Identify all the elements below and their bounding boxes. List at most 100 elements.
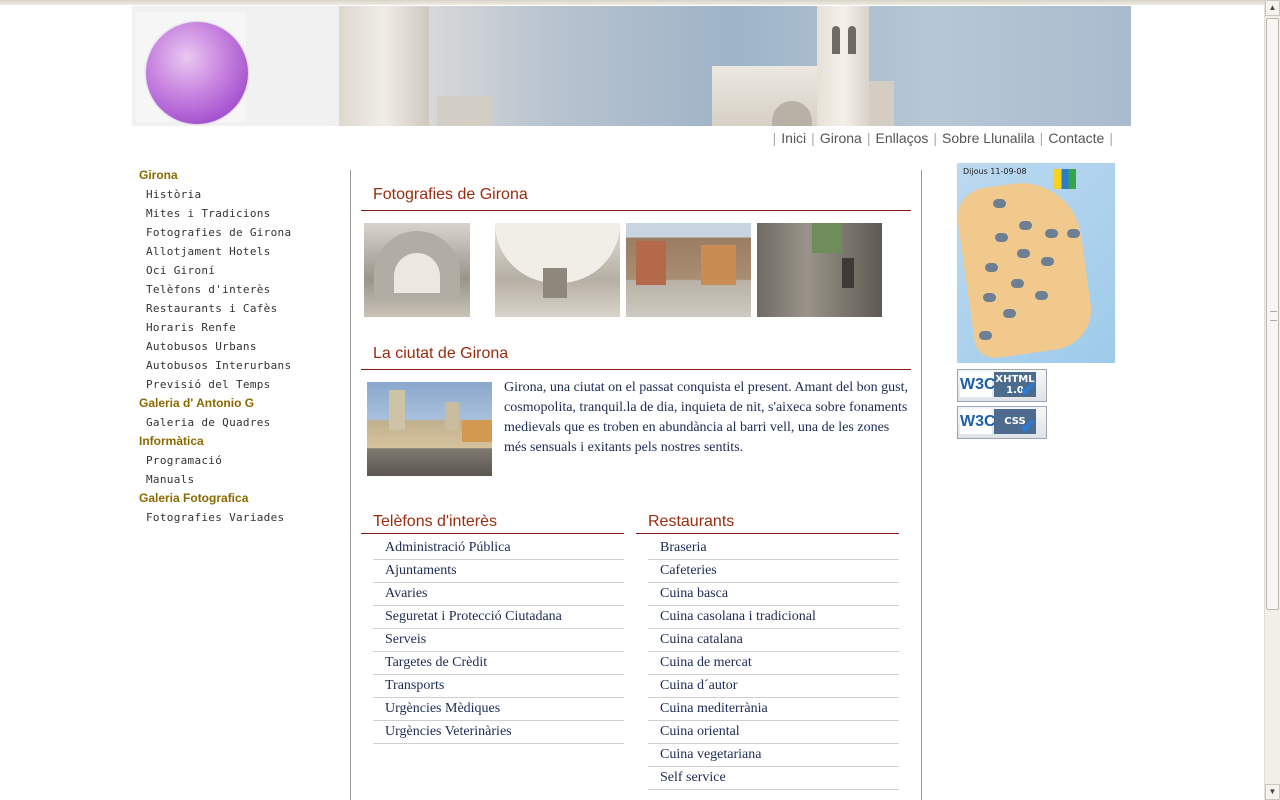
cloud-icon (1017, 249, 1030, 258)
sidebar-item-fotografies[interactable]: Fotografies de Girona (139, 223, 339, 242)
scroll-thumb[interactable] (1266, 18, 1279, 610)
banner-tower (339, 6, 429, 126)
cloud-icon (1035, 291, 1048, 300)
header-banner (132, 6, 1131, 126)
sidebar-item-previsio-temps[interactable]: Previsió del Temps (139, 375, 339, 394)
sidebar-item-telefons[interactable]: Telèfons d'interès (139, 280, 339, 299)
list-item[interactable]: Seguretat i Protecció Ciutadana (373, 606, 624, 629)
banner-window (848, 26, 856, 54)
nav-separator: | (1109, 130, 1113, 146)
sidebar-item-historia[interactable]: Història (139, 185, 339, 204)
checkmark-icon: ✔ (1020, 379, 1037, 401)
list-item[interactable]: Avaries (373, 583, 624, 606)
sidebar-heading-galeria-antonio[interactable]: Galeria d' Antonio G (139, 394, 339, 413)
cloud-icon (1041, 257, 1054, 266)
photo-thumbnail[interactable] (364, 223, 470, 317)
sidebar-item-allotjament[interactable]: Allotjament Hotels (139, 242, 339, 261)
cloud-icon (1011, 279, 1024, 288)
cloud-icon (995, 233, 1008, 242)
cloud-icon (1003, 309, 1016, 318)
photo-shape (812, 223, 842, 253)
cloud-icon (1067, 229, 1080, 238)
sidebar-item-programacio[interactable]: Programació (139, 451, 339, 470)
photo-thumbnail[interactable] (495, 223, 620, 317)
map-land (957, 175, 1097, 361)
list-item[interactable]: Cuina mediterrània (648, 698, 899, 721)
nav-separator: | (933, 130, 938, 146)
list-item[interactable]: Targetes de Crèdit (373, 652, 624, 675)
sidebar-item-mites[interactable]: Mites i Tradicions (139, 204, 339, 223)
weather-date: Dijous 11-09-08 (963, 167, 1027, 176)
cloud-icon (1019, 221, 1032, 230)
scroll-down-arrow-icon[interactable]: ▼ (1265, 784, 1280, 800)
vertical-scrollbar[interactable]: ▲ ▼ (1264, 0, 1280, 800)
photo-shape (462, 420, 492, 442)
cloud-icon (985, 263, 998, 272)
column-divider (921, 170, 922, 800)
sidebar-item-galeria-quadres[interactable]: Galeria de Quadres (139, 413, 339, 432)
w3c-css-badge[interactable]: W3C CSS ✔ (957, 406, 1047, 439)
top-navigation: | Inici | Girona | Enllaços | Sobre Llun… (768, 130, 1118, 146)
banner-wall (869, 81, 894, 126)
city-section-title: La ciutat de Girona (373, 345, 509, 362)
sidebar-item-autobusos-urbans[interactable]: Autobusos Urbans (139, 337, 339, 356)
w3c-xhtml-badge[interactable]: W3C XHTML 1.0 ✔ (957, 369, 1047, 402)
list-item[interactable]: Cuina catalana (648, 629, 899, 652)
sidebar-item-horaris-renfe[interactable]: Horaris Renfe (139, 318, 339, 337)
sidebar-item-autobusos-interurbans[interactable]: Autobusos Interurbans (139, 356, 339, 375)
photo-shape (636, 241, 666, 285)
photo-shape (394, 253, 440, 293)
nav-separator: | (811, 130, 815, 146)
cloud-icon (993, 199, 1006, 208)
cloud-icon (1045, 229, 1058, 238)
list-item[interactable]: Urgències Mèdiques (373, 698, 624, 721)
left-sidebar: Girona Història Mites i Tradicions Fotog… (139, 166, 339, 527)
list-item[interactable]: Cafeteries (648, 560, 899, 583)
city-photo (367, 382, 492, 476)
banner-belltower (817, 6, 869, 126)
photo-thumbnail[interactable] (626, 223, 751, 317)
site-logo[interactable] (136, 12, 248, 124)
photo-shape (701, 245, 736, 285)
list-item[interactable]: Cuina casolana i tradicional (648, 606, 899, 629)
photo-thumbnail[interactable] (757, 223, 882, 317)
photo-shape (445, 402, 459, 430)
sidebar-heading-informatica[interactable]: Informàtica (139, 432, 339, 451)
grip-icon (1270, 311, 1277, 321)
weather-map[interactable]: Dijous 11-09-08 (957, 163, 1115, 363)
sidebar-heading-girona[interactable]: Girona (139, 166, 339, 185)
photo-shape (543, 268, 567, 298)
section-rule (636, 533, 899, 534)
nav-contacte[interactable]: Contacte (1048, 130, 1104, 146)
checkmark-icon: ✔ (1020, 416, 1037, 438)
list-item[interactable]: Transports (373, 675, 624, 698)
sidebar-item-fotografies-variades[interactable]: Fotografies Variades (139, 508, 339, 527)
list-item[interactable]: Cuina vegetariana (648, 744, 899, 767)
sidebar-heading-galeria-fotografica[interactable]: Galeria Fotografica (139, 489, 339, 508)
nav-sobre-llunalila[interactable]: Sobre Llunalila (942, 130, 1035, 146)
nav-enllacos[interactable]: Enllaços (875, 130, 928, 146)
banner-building (437, 96, 492, 126)
w3c-logo: W3C (960, 372, 996, 397)
list-item[interactable]: Administració Pública (373, 537, 624, 560)
w3c-logo: W3C (960, 409, 996, 434)
sidebar-item-restaurants[interactable]: Restaurants i Cafès (139, 299, 339, 318)
list-item[interactable]: Urgències Veterinàries (373, 721, 624, 744)
list-item[interactable]: Cuina oriental (648, 721, 899, 744)
nav-inici[interactable]: Inici (781, 130, 806, 146)
list-item[interactable]: Cuina d´autor (648, 675, 899, 698)
scroll-up-arrow-icon[interactable]: ▲ (1265, 0, 1280, 16)
list-item[interactable]: Cuina de mercat (648, 652, 899, 675)
sidebar-item-manuals[interactable]: Manuals (139, 470, 339, 489)
list-item[interactable]: Braseria (648, 537, 899, 560)
nav-girona[interactable]: Girona (820, 130, 862, 146)
nav-separator: | (772, 130, 777, 146)
nav-separator: | (1039, 130, 1044, 146)
phones-list: Administració Pública Ajuntaments Avarie… (373, 537, 624, 744)
sidebar-item-oci[interactable]: Oci Gironí (139, 261, 339, 280)
section-rule (361, 369, 911, 370)
list-item[interactable]: Ajuntaments (373, 560, 624, 583)
list-item[interactable]: Cuina basca (648, 583, 899, 606)
list-item[interactable]: Serveis (373, 629, 624, 652)
list-item[interactable]: Self service (648, 767, 899, 790)
